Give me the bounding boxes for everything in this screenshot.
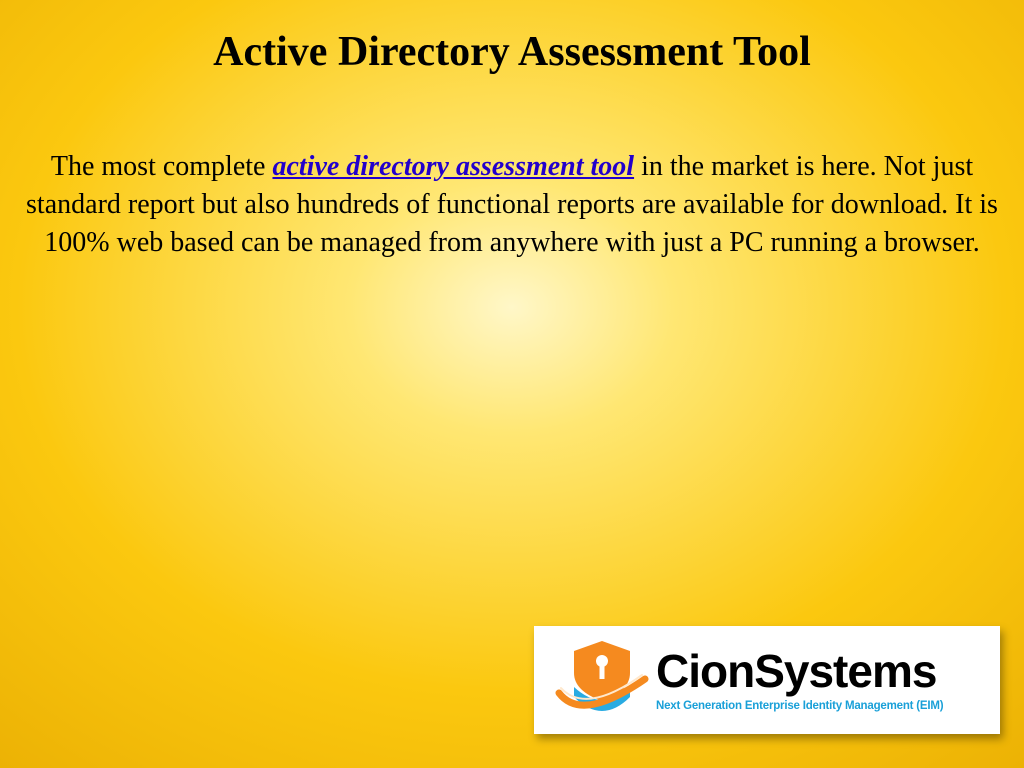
assessment-tool-link[interactable]: active directory assessment tool [272,151,634,182]
slide-title: Active Directory Assessment Tool [0,28,1024,76]
slide-body: The most complete active directory asses… [20,148,1004,261]
logo-tagline: Next Generation Enterprise Identity Mana… [656,700,988,712]
logo-text-wrap: CionSystems Next Generation Enterprise I… [652,648,988,712]
body-text-pre: The most complete [51,151,273,182]
shield-lock-icon [552,635,652,725]
logo-name: CionSystems [656,648,988,694]
company-logo-box: CionSystems Next Generation Enterprise I… [534,626,1000,734]
